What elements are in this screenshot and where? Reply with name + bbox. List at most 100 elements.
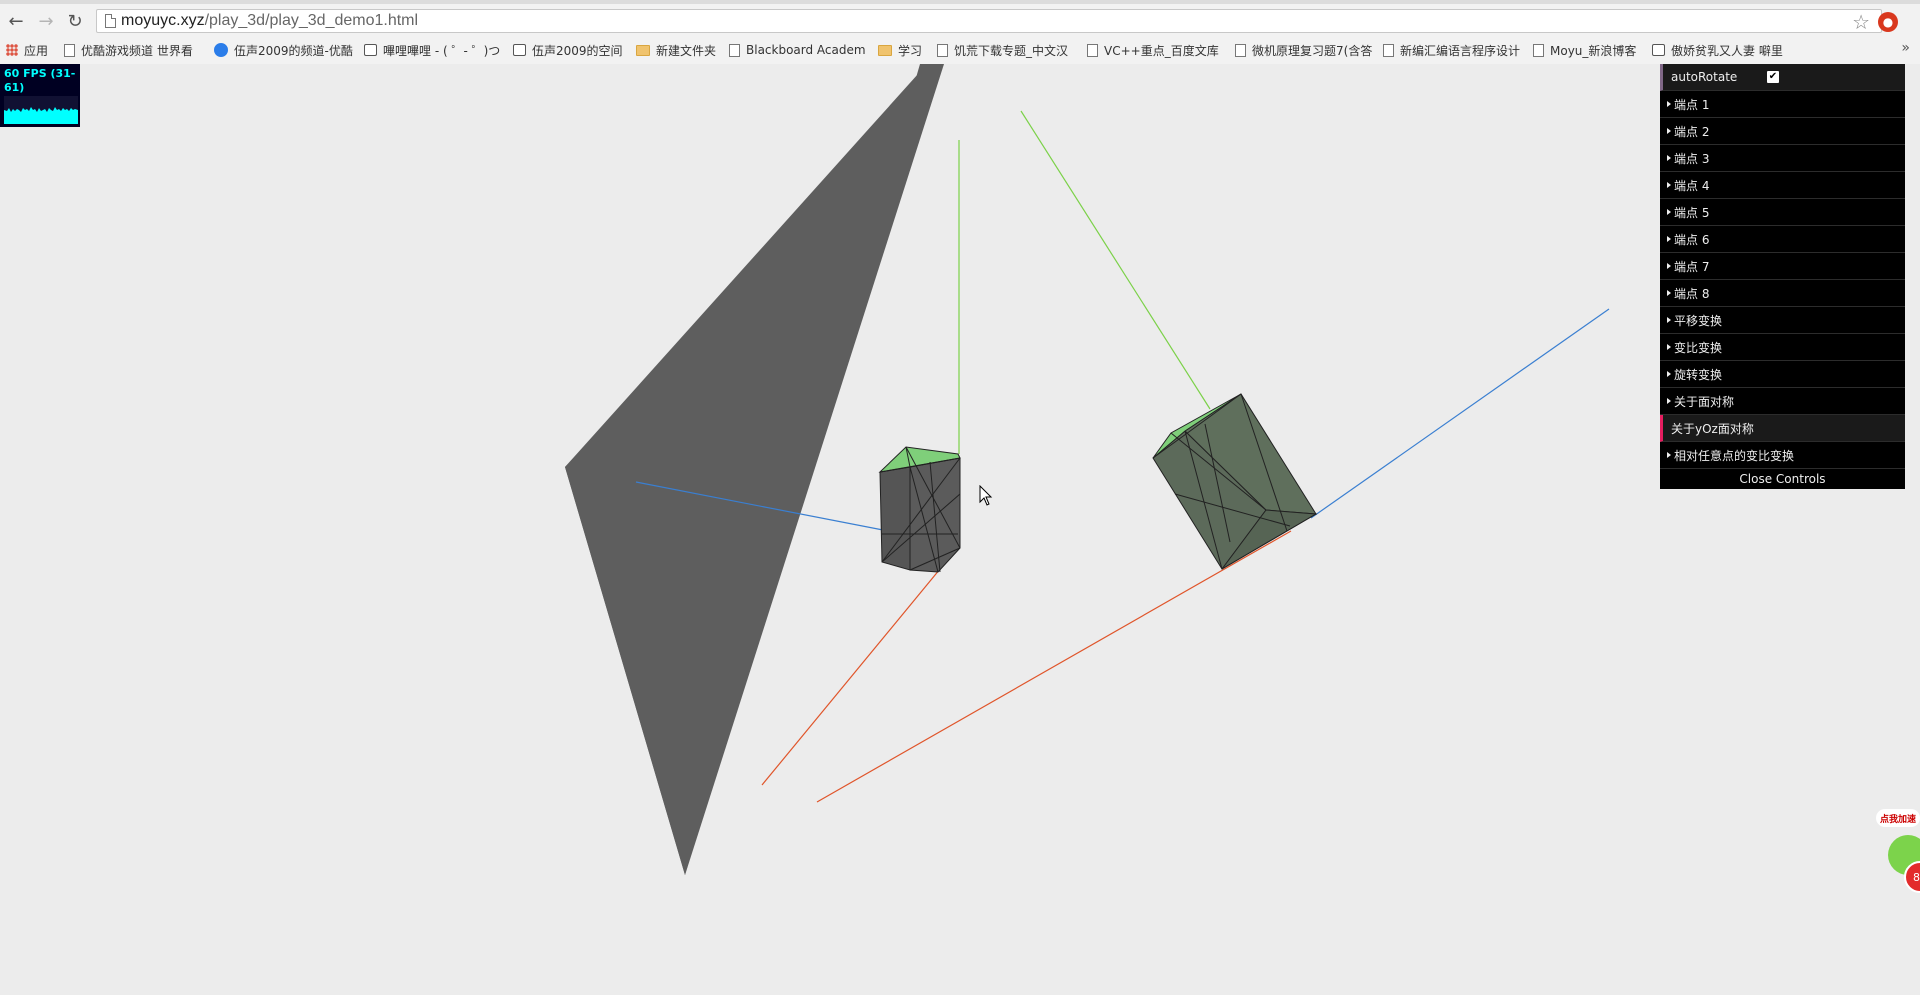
page-icon (1087, 43, 1098, 57)
controls-panel: autoRotate ✔ 端点 1 端点 2 端点 3 端点 4 端点 5 端点 6 端点 … (1660, 64, 1905, 489)
triangle-right-icon (1667, 182, 1671, 188)
bookmarks-overflow-icon[interactable]: » (1901, 40, 1910, 56)
bookmark-label: 新建文件夹 (656, 43, 717, 58)
camera-icon (513, 44, 526, 56)
fps-text: 60 FPS (31-61) (4, 67, 76, 94)
bookmark-label: 应用 (24, 43, 49, 58)
extension-icon[interactable]: ● (1878, 12, 1898, 32)
bookmark-item[interactable]: 伍声2009的空间 (513, 41, 629, 59)
folder-scale-about-point[interactable]: 相对任意点的变比变换 (1660, 442, 1905, 469)
bookmark-item[interactable]: 伍声2009的频道-优酷 (214, 41, 354, 59)
gui-folder[interactable]: 平移变换 (1660, 307, 1905, 334)
reload-button[interactable]: ↻ (63, 9, 87, 33)
play-icon (214, 43, 228, 57)
folder-label: 端点 4 (1674, 178, 1710, 193)
gui-folder[interactable]: 旋转变换 (1660, 361, 1905, 388)
bookmark-label: 嗶哩嗶哩 - ( ゜- ゜)つ (383, 43, 501, 58)
triangle-right-icon (1667, 155, 1671, 161)
gui-folder[interactable]: 端点 1 (1660, 91, 1905, 118)
bookmark-item[interactable]: 学习 (878, 41, 930, 59)
page-icon (105, 14, 116, 28)
gui-folder[interactable]: 端点 7 (1660, 253, 1905, 280)
bookmark-label: 新编汇编语言程序设计 (1400, 43, 1521, 58)
folder-label: 相对任意点的变比变换 (1674, 448, 1795, 463)
mascot-bubble: 点我加速 (1876, 809, 1920, 827)
page-icon (1383, 43, 1394, 57)
apps-icon (6, 44, 18, 56)
bookmark-label: 微机原理复习题7(含答 (1252, 43, 1373, 58)
page-icon (937, 43, 948, 57)
tab-strip (0, 0, 1920, 4)
triangle-right-icon (1667, 452, 1671, 458)
bookmark-star-icon[interactable]: ☆ (1852, 10, 1870, 34)
bookmark-item[interactable]: 优酷游戏频道 世界看 (64, 41, 204, 59)
bookmark-label: 伍声2009的频道-优酷 (234, 43, 353, 58)
url-text: moyuyc.xyz/play_3d/play_3d_demo1.html (121, 12, 419, 29)
axis-y-right (1020, 110, 1211, 410)
gui-folder[interactable]: 端点 5 (1660, 199, 1905, 226)
folder-label: 端点 7 (1674, 259, 1710, 274)
triangle-right-icon (1667, 236, 1671, 242)
bookmark-item[interactable]: VC++重点_百度文库 (1087, 41, 1227, 59)
browser-chrome: ← → ↻ moyuyc.xyz/play_3d/play_3d_demo1.h… (0, 0, 1920, 64)
triangle-right-icon (1667, 344, 1671, 350)
gui-folder[interactable]: 端点 2 (1660, 118, 1905, 145)
navigation-bar: ← → ↻ moyuyc.xyz/play_3d/play_3d_demo1.h… (0, 6, 1920, 36)
bookmark-item[interactable]: Moyu_新浪博客 (1533, 41, 1643, 59)
gui-folder[interactable]: 变比变换 (1660, 334, 1905, 361)
close-controls-button[interactable]: Close Controls (1660, 469, 1905, 489)
bookmark-item[interactable]: 新编汇编语言程序设计 (1383, 41, 1523, 59)
autorotate-label: autoRotate (1671, 70, 1738, 84)
address-bar[interactable]: moyuyc.xyz/play_3d/play_3d_demo1.html (96, 9, 1882, 33)
bookmark-label: 傲娇贫乳又人妻 噼里 (1671, 43, 1783, 58)
gui-folder[interactable]: 端点 8 (1660, 280, 1905, 307)
camera-icon (364, 44, 377, 56)
forward-button[interactable]: → (34, 9, 58, 33)
bookmark-item[interactable]: 新建文件夹 (636, 41, 720, 59)
autorotate-row[interactable]: autoRotate ✔ (1660, 64, 1905, 91)
bookmark-item[interactable]: 应用 (6, 41, 58, 59)
folder-label: 变比变换 (1674, 340, 1723, 355)
bookmark-item[interactable]: 微机原理复习题7(含答 (1235, 41, 1375, 59)
bookmark-item[interactable]: 傲娇贫乳又人妻 噼里 (1652, 41, 1792, 59)
gui-folder[interactable]: 端点 4 (1660, 172, 1905, 199)
bookmark-label: Blackboard Academ (746, 43, 866, 57)
autorotate-checkbox[interactable]: ✔ (1767, 71, 1779, 83)
bookmark-label: VC++重点_百度文库 (1104, 43, 1219, 58)
folder-label: 端点 5 (1674, 205, 1710, 220)
folder-label: 关于面对称 (1674, 394, 1735, 409)
gui-folder[interactable]: 端点 3 (1660, 145, 1905, 172)
fps-stats-panel[interactable]: 60 FPS (31-61) (0, 64, 80, 127)
gui-folder[interactable]: 关于面对称 (1660, 388, 1905, 415)
page-icon (1235, 43, 1246, 57)
bookmark-label: 优酷游戏频道 世界看 (81, 43, 193, 58)
folder-label: 端点 8 (1674, 286, 1710, 301)
triangle-right-icon (1667, 263, 1671, 269)
page-icon (729, 43, 740, 57)
folder-label: 端点 3 (1674, 151, 1710, 166)
triangle-right-icon (1667, 371, 1671, 377)
webgl-viewport[interactable] (0, 64, 1920, 995)
3d-scene[interactable] (0, 64, 1920, 995)
bookmark-label: 学习 (898, 43, 923, 58)
mascot-widget[interactable]: 点我加速 87 (1870, 805, 1920, 905)
folder-icon (878, 44, 892, 56)
page-icon (64, 43, 75, 57)
gui-folder[interactable]: 端点 6 (1660, 226, 1905, 253)
bookmark-item[interactable]: Blackboard Academ (729, 41, 869, 59)
folder-label: 旋转变换 (1674, 367, 1723, 382)
triangle-right-icon (1667, 290, 1671, 296)
right-cube (1152, 393, 1318, 570)
mouse-cursor-icon (979, 485, 993, 506)
bookmark-item[interactable]: 嗶哩嗶哩 - ( ゜- ゜)つ (364, 41, 504, 59)
triangle-right-icon (1667, 128, 1671, 134)
page-icon (1533, 43, 1544, 57)
axis-x-left (761, 568, 941, 786)
reflect-yoz-button[interactable]: 关于yOz面对称 (1660, 415, 1905, 442)
bookmark-label: 伍声2009的空间 (532, 43, 623, 58)
fps-graph (4, 96, 78, 124)
bookmark-item[interactable]: 饥荒下载专题_中文汉 (937, 41, 1077, 59)
back-button[interactable]: ← (4, 9, 28, 33)
camera-icon (1652, 44, 1665, 56)
folder-label: 端点 6 (1674, 232, 1710, 247)
